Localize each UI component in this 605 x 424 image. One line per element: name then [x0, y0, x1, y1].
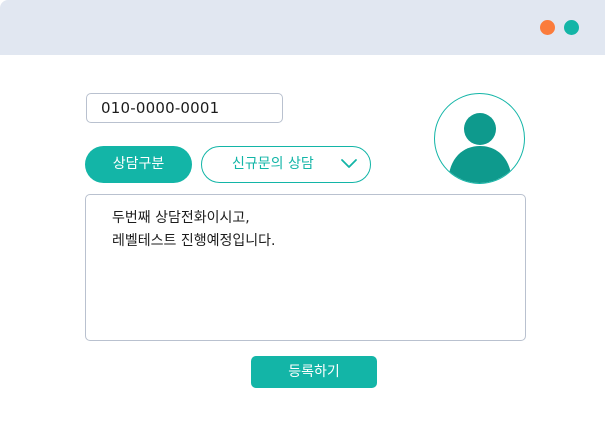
- consult-type-value: 신규문의 상담: [232, 156, 314, 172]
- window-titlebar: [0, 0, 605, 55]
- window-control-teal[interactable]: [564, 20, 579, 35]
- memo-textarea[interactable]: 두번째 상담전화이시고, 레벨테스트 진행예정입니다.: [85, 194, 526, 341]
- user-avatar-icon: [434, 93, 525, 184]
- consult-type-select[interactable]: 신규문의 상담: [201, 146, 371, 183]
- window-control-orange[interactable]: [540, 20, 555, 35]
- phone-number-field[interactable]: 010-0000-0001: [86, 93, 283, 123]
- chevron-down-icon: [341, 159, 357, 168]
- consult-category-button[interactable]: 상담구분: [85, 146, 192, 183]
- register-button[interactable]: 등록하기: [251, 356, 377, 388]
- memo-line-2: 레벨테스트 진행예정입니다.: [112, 233, 276, 249]
- memo-line-1: 두번째 상담전화이시고,: [112, 210, 250, 226]
